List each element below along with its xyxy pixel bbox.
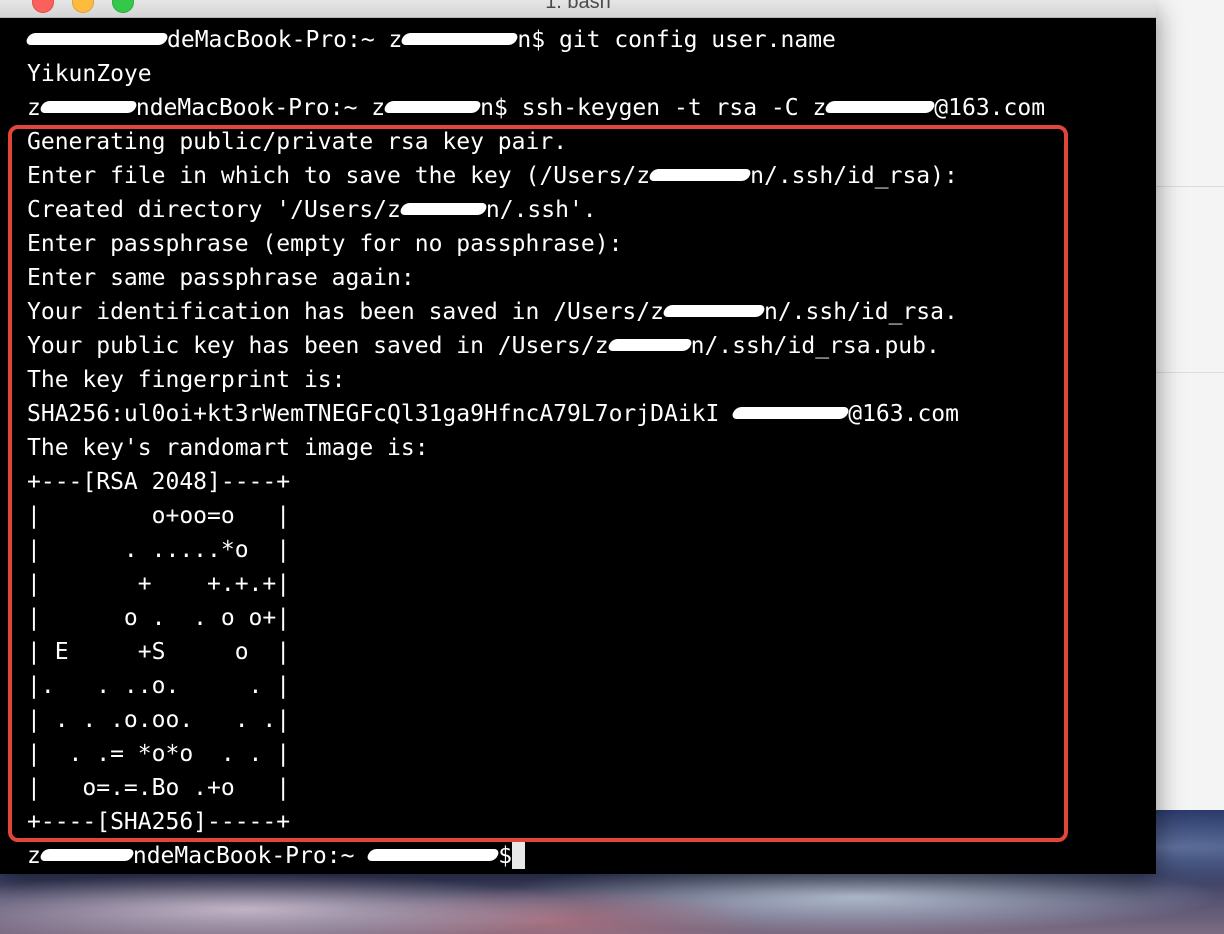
terminal-text: | + +.+.+| <box>27 571 291 597</box>
redaction-mark <box>824 100 937 113</box>
terminal-text: SHA256:ul0oi+kt3rWemTNEGFcQl31ga9HfncA79… <box>27 401 734 427</box>
terminal-window[interactable]: 1. bash deMacBook-Pro:~ z n$ git config u… <box>0 0 1156 874</box>
redaction-mark <box>606 338 693 351</box>
terminal-line: +----[SHA256]-----+ <box>27 805 1136 839</box>
redaction-mark <box>647 168 753 181</box>
background-divider <box>1156 372 1224 373</box>
terminal-text: deMacBook-Pro:~ z <box>167 27 403 53</box>
background-divider <box>1156 186 1224 187</box>
terminal-text: | o+oo=o | <box>27 503 291 529</box>
terminal-line: | o=.=.Bo .+o | <box>27 771 1136 805</box>
redaction-mark <box>38 100 139 113</box>
terminal-line: deMacBook-Pro:~ z n$ git config user.name <box>24 23 1136 57</box>
terminal-line: Generating public/private rsa key pair. <box>27 125 1136 159</box>
terminal-text: $ <box>498 843 513 869</box>
terminal-output[interactable]: deMacBook-Pro:~ z n$ git config user.name… <box>24 23 1136 873</box>
redaction-mark <box>661 304 767 317</box>
terminal-line: Your public key has been saved in /Users… <box>27 329 1136 363</box>
terminal-line: | o . . o o+| <box>27 601 1136 635</box>
redaction-mark <box>731 406 851 419</box>
terminal-text: | . .= *o*o . . | <box>27 741 291 767</box>
terminal-text: n/.ssh/id_rsa. <box>763 299 958 325</box>
terminal-line: | E +S o | <box>27 635 1136 669</box>
terminal-line: | . . .o.oo. . .| <box>27 703 1136 737</box>
redaction-mark <box>366 848 501 861</box>
terminal-line: | + +.+.+| <box>27 567 1136 601</box>
terminal-line: Your identification has been saved in /U… <box>27 295 1136 329</box>
redaction-mark <box>24 32 170 45</box>
terminal-line: The key's randomart image is: <box>27 431 1136 465</box>
redaction-mark <box>398 202 489 215</box>
terminal-text: Your identification has been saved in /U… <box>27 299 664 325</box>
terminal-text: YikunZoye <box>27 61 152 87</box>
terminal-text: @163.com <box>934 95 1046 121</box>
terminal-text: @163.com <box>848 401 959 427</box>
terminal-line: | . .= *o*o . . | <box>27 737 1136 771</box>
terminal-text: Enter same passphrase again: <box>27 265 415 291</box>
title-bar[interactable]: 1. bash <box>0 0 1156 18</box>
terminal-line: Enter passphrase (empty for no passphras… <box>27 227 1136 261</box>
terminal-text: +----[SHA256]-----+ <box>27 809 291 835</box>
redaction-mark <box>38 848 136 861</box>
window-title: 1. bash <box>545 0 611 13</box>
terminal-line: +---[RSA 2048]----+ <box>27 465 1136 499</box>
terminal-line: Created directory '/Users/z n/.ssh'. <box>27 193 1136 227</box>
terminal-text: n$ git config user.name <box>517 27 836 53</box>
terminal-line: | . .....*o | <box>27 533 1136 567</box>
terminal-text: | . . .o.oo. . .| <box>27 707 291 733</box>
terminal-text: n/.ssh'. <box>485 197 597 223</box>
terminal-text: |. . ..o. . | <box>27 673 291 699</box>
redaction-mark <box>400 32 520 45</box>
terminal-text: n$ ssh-keygen -t rsa -C z <box>480 95 827 121</box>
terminal-text: ndeMacBook-Pro:~ z <box>135 95 386 121</box>
terminal-line: |. . ..o. . | <box>27 669 1136 703</box>
terminal-text: | o . . o o+| <box>27 605 291 631</box>
terminal-text: Generating public/private rsa key pair. <box>27 129 568 155</box>
terminal-text: | . .....*o | <box>27 537 291 563</box>
terminal-line: z ndeMacBook-Pro:~ $ <box>27 839 1136 873</box>
terminal-line: | o+oo=o | <box>27 499 1136 533</box>
terminal-text: The key fingerprint is: <box>27 367 346 393</box>
terminal-text: z <box>27 843 41 869</box>
text-cursor <box>512 840 526 869</box>
terminal-line: Enter file in which to save the key (/Us… <box>27 159 1136 193</box>
terminal-line: YikunZoye <box>27 57 1136 91</box>
terminal-text: | o=.=.Bo .+o | <box>27 775 291 801</box>
terminal-line: Enter same passphrase again: <box>27 261 1136 295</box>
terminal-line: z ndeMacBook-Pro:~ z n$ ssh-keygen -t rsa … <box>27 91 1136 125</box>
terminal-text: +---[RSA 2048]----+ <box>27 469 291 495</box>
terminal-line: The key fingerprint is: <box>27 363 1136 397</box>
terminal-text: n/.ssh/id_rsa): <box>750 163 958 189</box>
terminal-line: SHA256:ul0oi+kt3rWemTNEGFcQl31ga9HfncA79… <box>27 397 1136 431</box>
terminal-text: n/.ssh/id_rsa.pub. <box>690 333 940 359</box>
terminal-text: z <box>27 95 41 121</box>
terminal-text: ndeMacBook-Pro:~ <box>132 843 369 869</box>
terminal-text: Created directory '/Users/z <box>27 197 401 223</box>
redaction-mark <box>382 100 483 113</box>
terminal-text: Enter passphrase (empty for no passphras… <box>27 231 623 257</box>
terminal-text: Your public key has been saved in /Users… <box>27 333 609 359</box>
terminal-text: | E +S o | <box>27 639 291 665</box>
background-window <box>1156 0 1224 820</box>
terminal-text: Enter file in which to save the key (/Us… <box>27 163 651 189</box>
terminal-text: The key's randomart image is: <box>27 435 429 461</box>
